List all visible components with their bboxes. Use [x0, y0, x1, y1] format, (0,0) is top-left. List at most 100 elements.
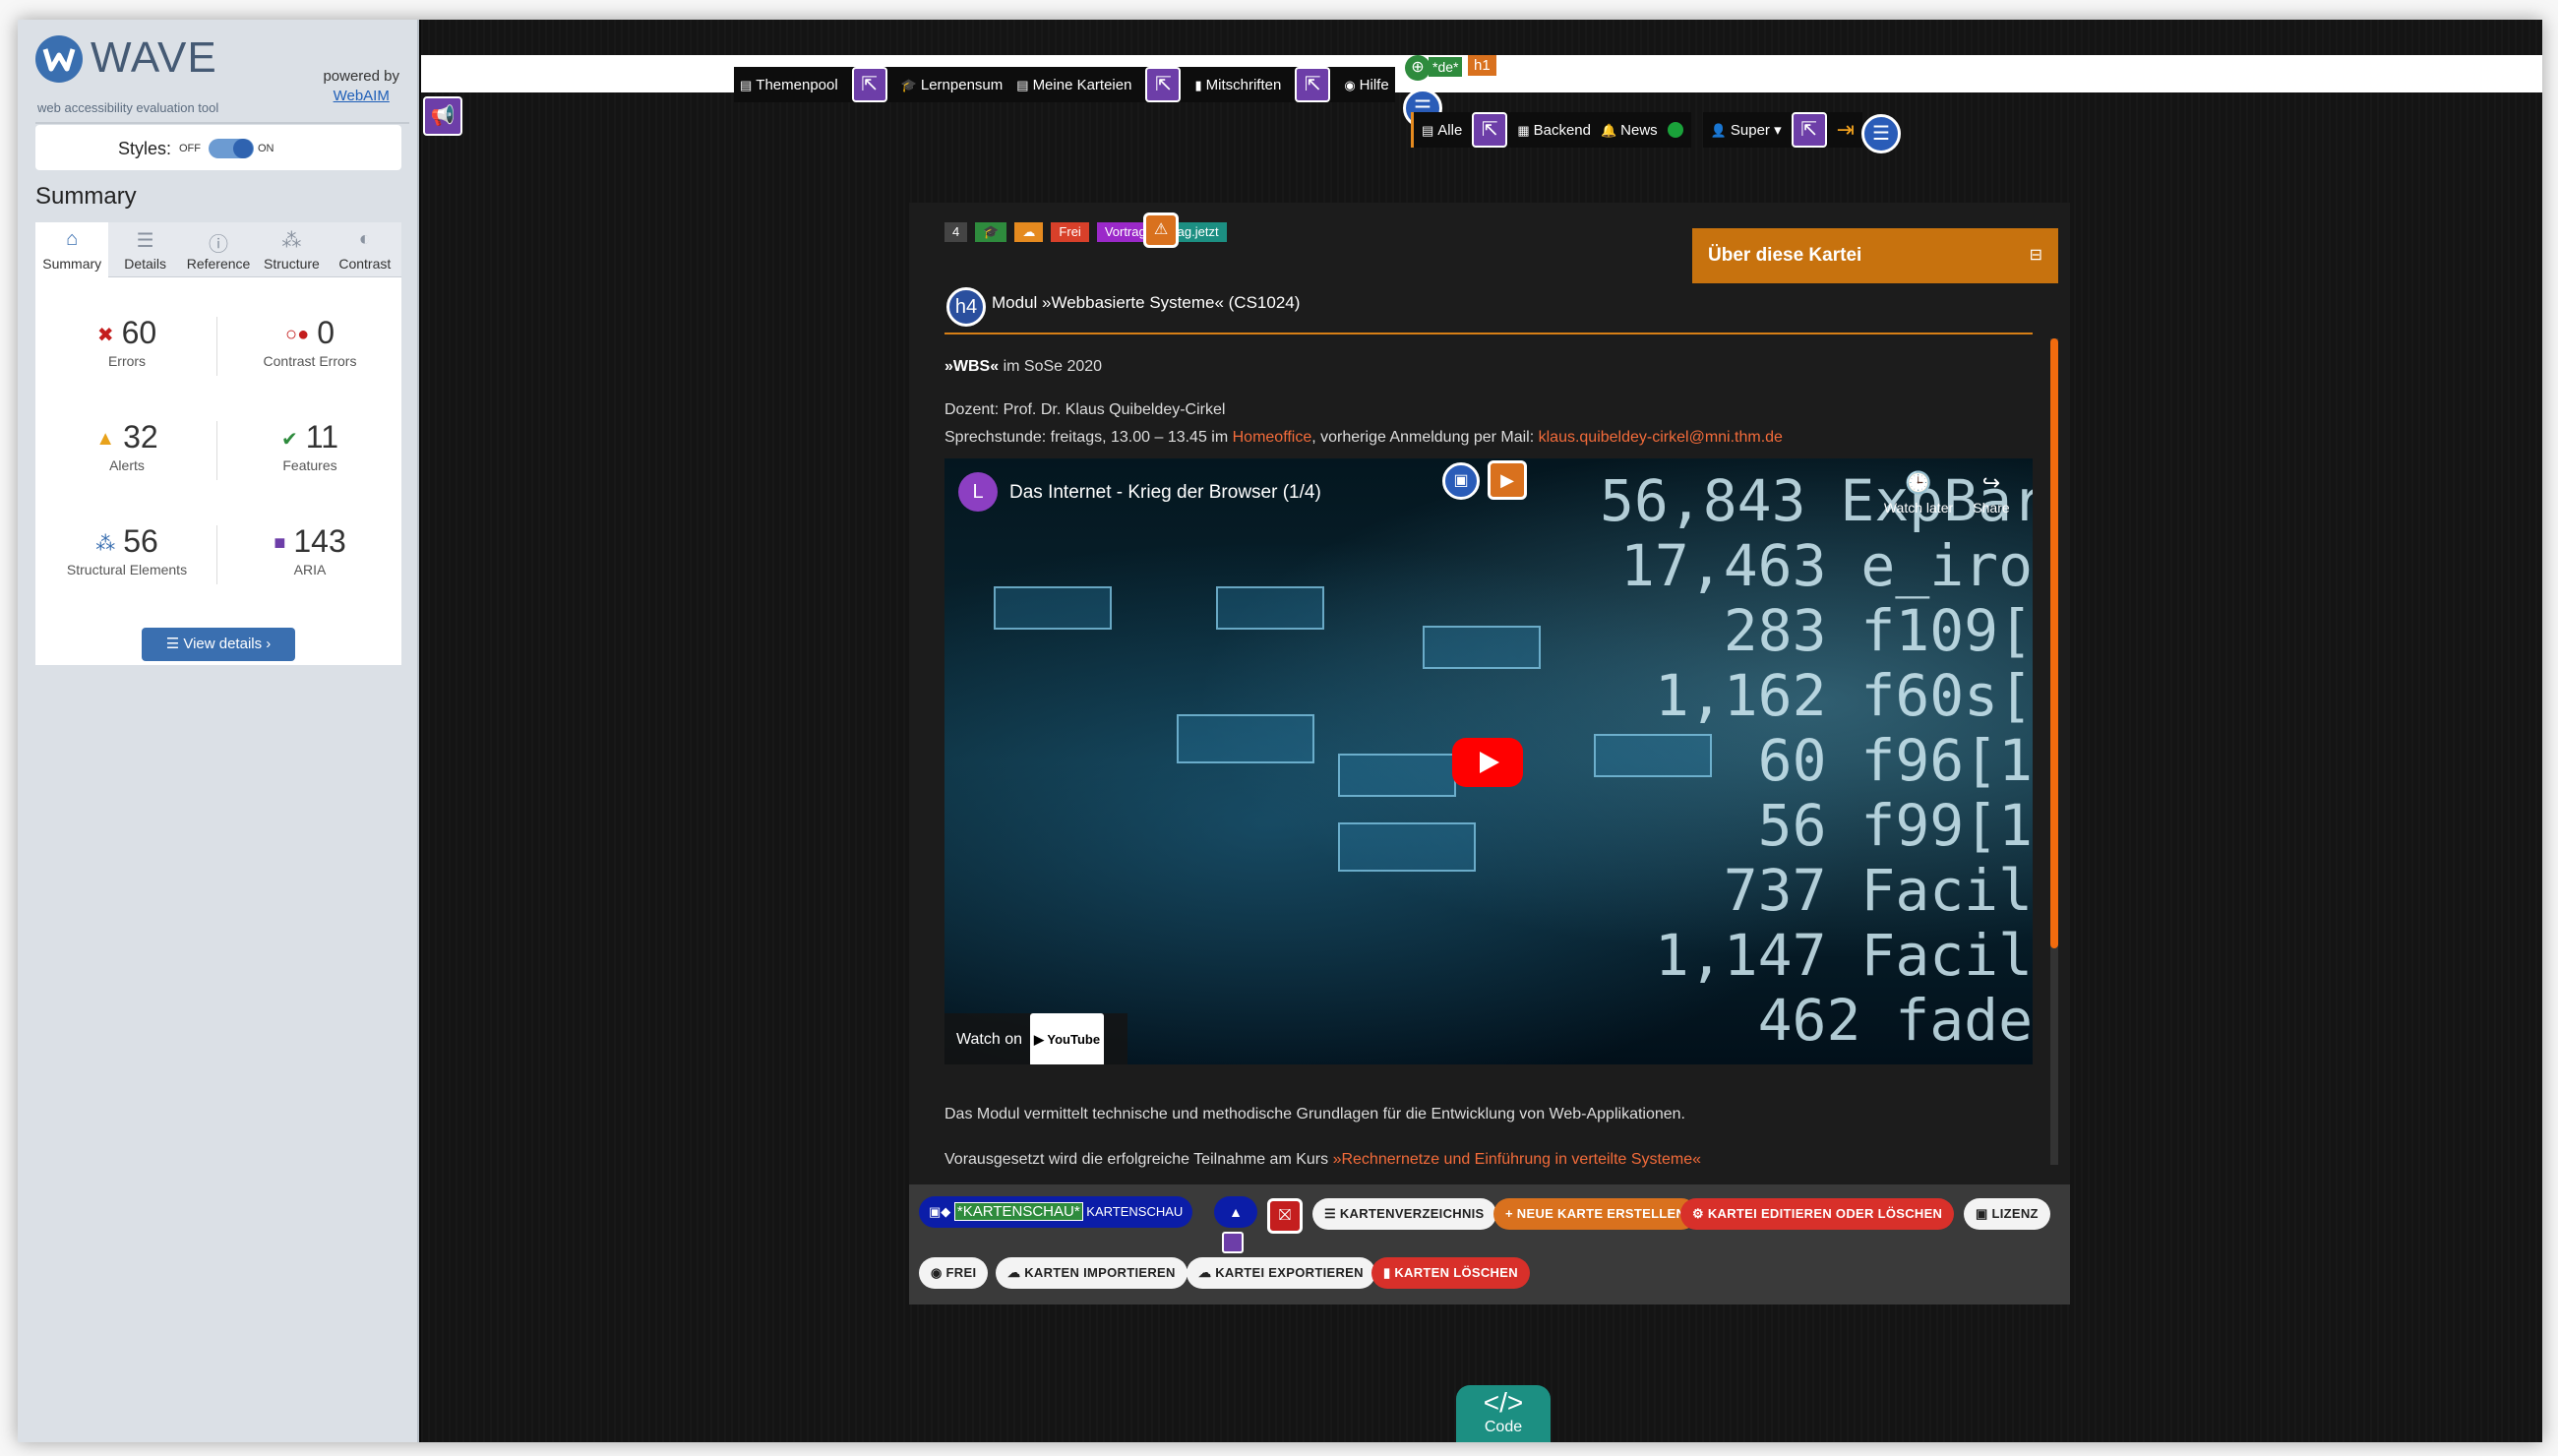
- card-index-button[interactable]: ☰ KARTENVERZEICHNIS: [1312, 1198, 1496, 1230]
- info-icon: ⓘ: [209, 234, 229, 256]
- delete-cards-button[interactable]: ▮ KARTEN LÖSCHEN: [1371, 1257, 1530, 1289]
- youtube-logo: ▶ YouTube: [1030, 1013, 1105, 1064]
- wave-youtube-alert-icon[interactable]: ▶: [1488, 460, 1527, 500]
- wave-aria-icon[interactable]: ⇱: [1295, 67, 1331, 102]
- subnav-user-group: 👤 Super ▾ ⇱ ⇥: [1702, 112, 1863, 148]
- wave-iframe-icon[interactable]: ▣: [1442, 462, 1480, 500]
- code-button[interactable]: </> Code: [1456, 1385, 1551, 1442]
- structural-label: Structural Elements: [66, 562, 188, 577]
- wave-aria-icon[interactable]: ⇱: [1145, 67, 1182, 102]
- new-card-button[interactable]: + NEUE KARTE ERSTELLEN: [1493, 1198, 1698, 1230]
- thumbnail-block: [994, 586, 1112, 630]
- wave-icons: ▣◆: [929, 1204, 954, 1219]
- export-deck-button[interactable]: ☁ KARTEI EXPORTIEREN: [1187, 1257, 1375, 1289]
- share-label: Share: [1973, 500, 2010, 516]
- tab-structure[interactable]: ⁂ Structure: [255, 222, 329, 277]
- webaim-link[interactable]: WebAIM: [334, 88, 390, 104]
- thumbnail-block: [1423, 626, 1541, 669]
- watch-later-button[interactable]: 🕒 Watch later: [1879, 470, 1958, 516]
- powered-by: powered by WebAIM: [323, 67, 399, 106]
- watch-on-youtube[interactable]: Watch on ▶ YouTube: [944, 1013, 1127, 1064]
- card-show-dropdown[interactable]: ▲: [1214, 1196, 1257, 1228]
- edit-deck-button[interactable]: ⚙ KARTEI EDITIEREN ODER LÖSCHEN: [1680, 1198, 1955, 1230]
- youtube-video[interactable]: 56,843 ExpBar 17,463 e_iro 283 f109[ 1,1…: [944, 458, 2033, 1064]
- wave-logo-icon: [35, 35, 83, 83]
- wave-tagline: web accessibility evaluation tool: [37, 100, 219, 115]
- email-link[interactable]: klaus.quibeldey-cirkel@mni.thm.de: [1539, 429, 1783, 446]
- nav-mitschriften[interactable]: ▮ Mitschriften: [1194, 77, 1281, 93]
- share-button[interactable]: ↪ Share: [1964, 470, 2019, 516]
- nav-themenpool[interactable]: ▤ Themenpool: [740, 77, 838, 93]
- nav-hilfe[interactable]: ◉ Hilfe: [1344, 77, 1388, 93]
- scrollbar-thumb[interactable]: [2050, 338, 2058, 948]
- video-title[interactable]: Das Internet - Krieg der Browser (1/4): [1009, 482, 1321, 504]
- styles-toggle[interactable]: [209, 139, 254, 158]
- about-deck-panel[interactable]: Über diese Kartei ⊟: [1692, 228, 2058, 283]
- prereq-text: Vorausgesetzt wird die erfolgreiche Teil…: [944, 1151, 1333, 1168]
- deck-badges: 4 🎓 ☁ Frei Vortrag frag.jetzt: [944, 222, 1227, 242]
- free-button[interactable]: ◉ FREI: [919, 1257, 989, 1289]
- prerequisite-paragraph: Vorausgesetzt wird die erfolgreiche Teil…: [944, 1151, 1701, 1169]
- wave-list-icon[interactable]: ☰: [1861, 114, 1901, 153]
- content-scrollbar[interactable]: [2050, 338, 2058, 1165]
- wave-aria-icon[interactable]: ⇱: [851, 67, 887, 102]
- description-paragraph: Das Modul vermittelt technische und meth…: [944, 1106, 1685, 1122]
- tab-label: Structure: [264, 256, 320, 272]
- logout-icon[interactable]: ⇥: [1837, 117, 1855, 143]
- wave-landmark-icon[interactable]: 📢: [423, 96, 462, 136]
- view-details-label: View details ›: [183, 636, 272, 652]
- deck-toolbar: ▣◆ *KARTENSCHAU* KARTENSCHAU ▲ ⛝ ☰ KARTE…: [909, 1184, 2070, 1304]
- tab-reference[interactable]: ⓘ Reference: [181, 222, 256, 277]
- box-icon: ▤: [1422, 122, 1434, 138]
- play-button[interactable]: [1452, 738, 1523, 787]
- share-icon: ↪: [1981, 470, 2001, 495]
- user-icon: 👤: [1710, 123, 1727, 138]
- nav-meine-karteien[interactable]: ▤ Meine Karteien: [1016, 77, 1131, 93]
- evaluated-page: 📢 ▤ Themenpool ⇱ 🎓 Lernpensum ▤ Meine Karte…: [421, 20, 2542, 1442]
- channel-avatar[interactable]: L: [958, 472, 998, 512]
- powered-by-text: powered by: [323, 68, 399, 85]
- nav-backend[interactable]: ▦ Backend: [1517, 122, 1591, 139]
- tab-contrast[interactable]: ◐ Contrast: [328, 222, 402, 277]
- license-button[interactable]: ▣ LIZENZ: [1964, 1198, 2050, 1230]
- card-count-badge: 4: [944, 222, 968, 242]
- nav-label: Super: [1730, 122, 1770, 139]
- wave-h1-badge[interactable]: h1: [1468, 55, 1496, 76]
- divider: [216, 421, 217, 480]
- pool-icon: ▤: [740, 77, 753, 92]
- watch-on-label: Watch on: [956, 1031, 1022, 1048]
- cloud-icon: ☁: [1014, 222, 1044, 242]
- toggle-knob: [233, 139, 253, 158]
- homeoffice-link[interactable]: Homeoffice: [1233, 429, 1312, 446]
- tab-summary[interactable]: ⌂ Summary: [35, 222, 109, 277]
- stat-contrast: ○● 0 Contrast Errors: [226, 315, 394, 369]
- nav-news[interactable]: 🔔 News: [1601, 122, 1658, 139]
- office-text: Sprechstunde: freitags, 13.00 – 13.45 im: [944, 429, 1233, 446]
- wave-aria-icon[interactable]: ⇱: [1791, 112, 1827, 148]
- office-hours-line: Sprechstunde: freitags, 13.00 – 13.45 im…: [944, 429, 1783, 447]
- tab-details[interactable]: ☰ Details: [108, 222, 182, 277]
- nav-lernpensum[interactable]: 🎓 Lernpensum: [901, 77, 1004, 93]
- card-show-button[interactable]: ▣◆ *KARTENSCHAU* KARTENSCHAU: [919, 1196, 1193, 1228]
- wave-aria-icon[interactable]: ⇱: [1472, 112, 1508, 148]
- wave-alert-icon[interactable]: ⚠: [1143, 212, 1179, 248]
- user-menu[interactable]: 👤 Super ▾: [1711, 121, 1782, 139]
- wave-h4-icon[interactable]: h4: [946, 287, 986, 327]
- features-label: Features: [282, 457, 337, 473]
- card-show-label: KARTENSCHAU: [1086, 1204, 1184, 1219]
- stat-alerts: ▲ 32 Alerts: [43, 419, 211, 473]
- import-cards-button[interactable]: ☁ KARTEN IMPORTIEREN: [996, 1257, 1188, 1289]
- wave-language-icon[interactable]: ⊕: [1405, 55, 1431, 81]
- code-label: Code: [1484, 1419, 1523, 1435]
- nav-label: Hilfe: [1359, 76, 1389, 93]
- thumbnail-block: [1338, 822, 1476, 872]
- wave-lang-badge[interactable]: *de*: [1429, 57, 1463, 77]
- aria-label: ARIA: [293, 562, 327, 577]
- nav-alle[interactable]: ▤ Alle: [1422, 122, 1462, 139]
- structure-icon: ⁂: [281, 230, 302, 252]
- prereq-link[interactable]: »Rechnernetze und Einführung in verteilt…: [1333, 1151, 1701, 1168]
- view-details-button[interactable]: ☰ View details ›: [142, 628, 295, 661]
- wave-aria-icon[interactable]: [1222, 1232, 1244, 1253]
- wave-error-icon[interactable]: ⛝: [1267, 1198, 1303, 1234]
- list-icon: ☰: [136, 230, 154, 252]
